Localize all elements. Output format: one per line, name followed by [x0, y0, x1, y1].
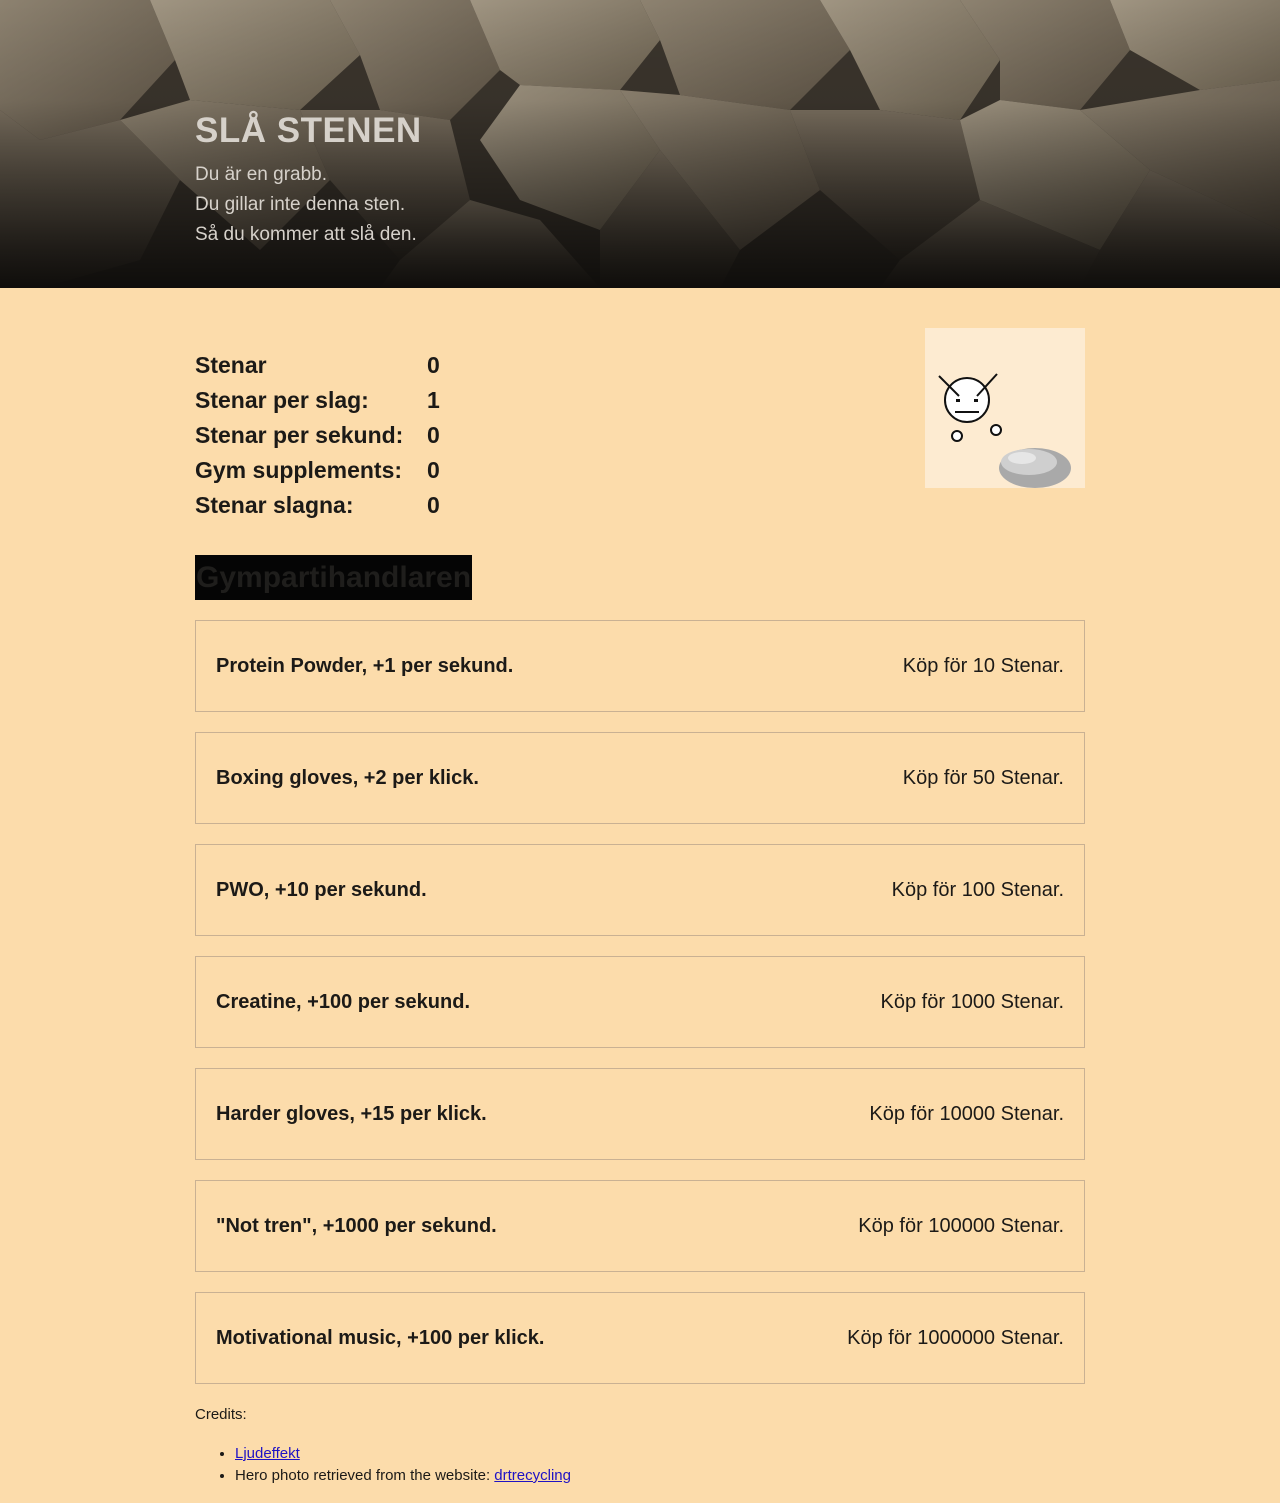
stone-click-target[interactable] — [925, 328, 1085, 488]
page-title: SLÅ STENEN — [195, 111, 422, 150]
stat-row-per-hit: Stenar per slag: 1 — [195, 383, 440, 418]
item-price: Köp för 10 Stenar. — [902, 654, 1064, 677]
stat-label: Stenar per sekund: — [195, 422, 404, 448]
item-name: Harder gloves, +15 per klick. — [216, 1102, 487, 1125]
item-price: Köp för 1000000 Stenar. — [847, 1326, 1064, 1349]
stat-label: Stenar — [195, 352, 267, 378]
shop-item-boxing-gloves[interactable]: Boxing gloves, +2 per klick. Köp för 50 … — [195, 732, 1085, 824]
sound-effect-link[interactable]: Ljudeffekt — [235, 1445, 300, 1462]
stat-label: Stenar per slag: — [195, 387, 369, 413]
item-price: Köp för 100 Stenar. — [891, 878, 1064, 901]
hero-line-3: Så du kommer att slå den. — [195, 224, 417, 245]
shop-item-harder-gloves[interactable]: Harder gloves, +15 per klick. Köp för 10… — [195, 1068, 1085, 1160]
hero-banner: SLÅ STENEN Du är en grabb. Du gillar int… — [0, 0, 1280, 288]
shop-item-protein-powder[interactable]: Protein Powder, +1 per sekund. Köp för 1… — [195, 620, 1085, 712]
hero-line-1: Du är en grabb. — [195, 164, 328, 185]
credits-item-sound: Ljudeffekt — [235, 1443, 571, 1465]
stats-panel: Stenar 0 Stenar per slag: 1 Stenar per s… — [195, 348, 440, 523]
stat-row-hit-total: Stenar slagna: 0 — [195, 488, 440, 523]
shop-item-creatine[interactable]: Creatine, +100 per sekund. Köp för 1000 … — [195, 956, 1085, 1048]
shop-item-pwo[interactable]: PWO, +10 per sekund. Köp för 100 Stenar. — [195, 844, 1085, 936]
stat-label: Stenar slagna: — [195, 492, 354, 518]
hero-shade — [0, 0, 1280, 288]
item-name: Creatine, +100 per sekund. — [216, 990, 471, 1013]
credits-list: Ljudeffekt Hero photo retrieved from the… — [195, 1443, 571, 1487]
item-name: PWO, +10 per sekund. — [216, 878, 427, 901]
stat-row-per-second: Stenar per sekund: 0 — [195, 418, 440, 453]
photo-credit-text: Hero photo retrieved from the website: — [235, 1467, 495, 1484]
shop-item-motivational-music[interactable]: Motivational music, +100 per klick. Köp … — [195, 1292, 1085, 1384]
shop-list: Protein Powder, +1 per sekund. Köp för 1… — [195, 620, 1085, 1404]
hero-text: SLÅ STENEN Du är en grabb. Du gillar int… — [195, 110, 422, 250]
item-name: Protein Powder, +1 per sekund. — [216, 654, 514, 677]
item-name: Motivational music, +100 per klick. — [216, 1326, 545, 1349]
stat-value: 1 — [427, 387, 440, 413]
stat-value: 0 — [427, 492, 440, 518]
drtrecycling-link[interactable]: drtrecycling — [494, 1467, 571, 1484]
item-name: Boxing gloves, +2 per klick. — [216, 766, 479, 789]
item-name: "Not tren", +1000 per sekund. — [216, 1214, 497, 1237]
hero-line-2: Du gillar inte denna sten. — [195, 194, 406, 215]
credits: Credits: Ljudeffekt Hero photo retrieved… — [195, 1406, 571, 1487]
item-price: Köp för 10000 Stenar. — [869, 1102, 1064, 1125]
shop-item-not-tren[interactable]: "Not tren", +1000 per sekund. Köp för 10… — [195, 1180, 1085, 1272]
stat-value: 0 — [427, 422, 440, 448]
item-price: Köp för 50 Stenar. — [902, 766, 1064, 789]
stat-row-supplements: Gym supplements: 0 — [195, 453, 440, 488]
item-price: Köp för 100000 Stenar. — [858, 1214, 1064, 1237]
credits-item-photo: Hero photo retrieved from the website: d… — [235, 1465, 571, 1487]
stat-row-stones: Stenar 0 — [195, 348, 440, 383]
stat-label: Gym supplements: — [195, 457, 403, 483]
stat-value: 0 — [427, 457, 440, 483]
item-price: Köp för 1000 Stenar. — [880, 990, 1064, 1013]
stat-value: 0 — [427, 352, 440, 378]
shop-title: Gympartihandlaren — [195, 555, 473, 600]
angry-face-stone-icon — [938, 373, 1071, 488]
credits-title: Credits: — [195, 1406, 247, 1423]
